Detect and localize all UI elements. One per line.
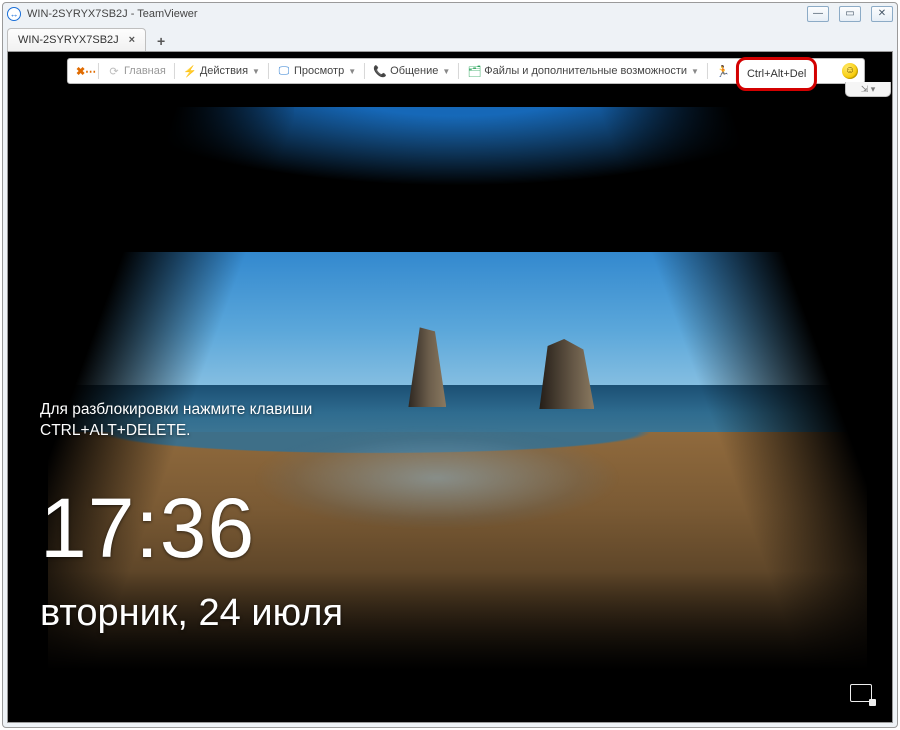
home-label: Главная <box>124 65 166 77</box>
feedback-icon[interactable] <box>842 63 858 79</box>
actions-menu[interactable]: ⚡ Действия ▼ <box>181 65 262 78</box>
teamviewer-logo-icon <box>7 7 21 21</box>
home-button[interactable]: ⟳ Главная <box>105 65 168 78</box>
minimize-button[interactable]: — <box>807 6 829 22</box>
titlebar: WIN-2SYRYX7SB2J - TeamViewer — ▭ ✕ <box>3 3 897 25</box>
tab-close-icon[interactable]: × <box>129 34 135 46</box>
lockscreen-date: вторник, 24 июля <box>40 592 343 635</box>
actions-label: Действия <box>200 65 248 77</box>
view-menu[interactable]: 🖵 Просмотр ▼ <box>275 65 358 78</box>
close-button[interactable]: ✕ <box>871 6 893 22</box>
new-tab-button[interactable]: + <box>150 31 172 51</box>
tab-label: WIN-2SYRYX7SB2J <box>18 34 119 46</box>
tab-strip: WIN-2SYRYX7SB2J × + <box>3 25 897 51</box>
files-label: Файлы и дополнительные возможности <box>484 65 687 77</box>
lockscreen-hint: Для разблокировки нажмите клавиши CTRL+A… <box>40 400 312 442</box>
cad-label: Ctrl+Alt+Del <box>747 68 806 80</box>
remote-shortcut-icon[interactable]: 🏃 <box>714 65 732 78</box>
view-label: Просмотр <box>294 65 344 77</box>
toolbar-pin-handle[interactable]: ⇲ ▾ <box>845 82 891 97</box>
communication-menu[interactable]: 📞 Общение ▼ <box>371 65 452 78</box>
network-icon[interactable] <box>850 684 872 702</box>
close-session-button[interactable]: ✖⋯ <box>74 65 92 78</box>
remote-viewport[interactable]: Для разблокировки нажмите клавиши CTRL+A… <box>7 51 893 723</box>
tab-connection[interactable]: WIN-2SYRYX7SB2J × <box>7 28 146 51</box>
session-toolbar: ✖⋯ ⟳ Главная ⚡ Действия ▼ 🖵 <box>67 58 865 84</box>
maximize-button[interactable]: ▭ <box>839 6 861 22</box>
comm-label: Общение <box>390 65 438 77</box>
app-window: WIN-2SYRYX7SB2J - TeamViewer — ▭ ✕ WIN-2… <box>2 2 898 728</box>
window-title: WIN-2SYRYX7SB2J - TeamViewer <box>27 8 198 20</box>
ctrl-alt-del-button[interactable]: Ctrl+Alt+Del <box>736 57 817 91</box>
lockscreen-time: 17:36 <box>40 480 255 577</box>
pin-label: ⇲ ▾ <box>861 84 876 95</box>
files-menu[interactable]: 🗂 Файлы и дополнительные возможности ▼ <box>465 65 701 78</box>
